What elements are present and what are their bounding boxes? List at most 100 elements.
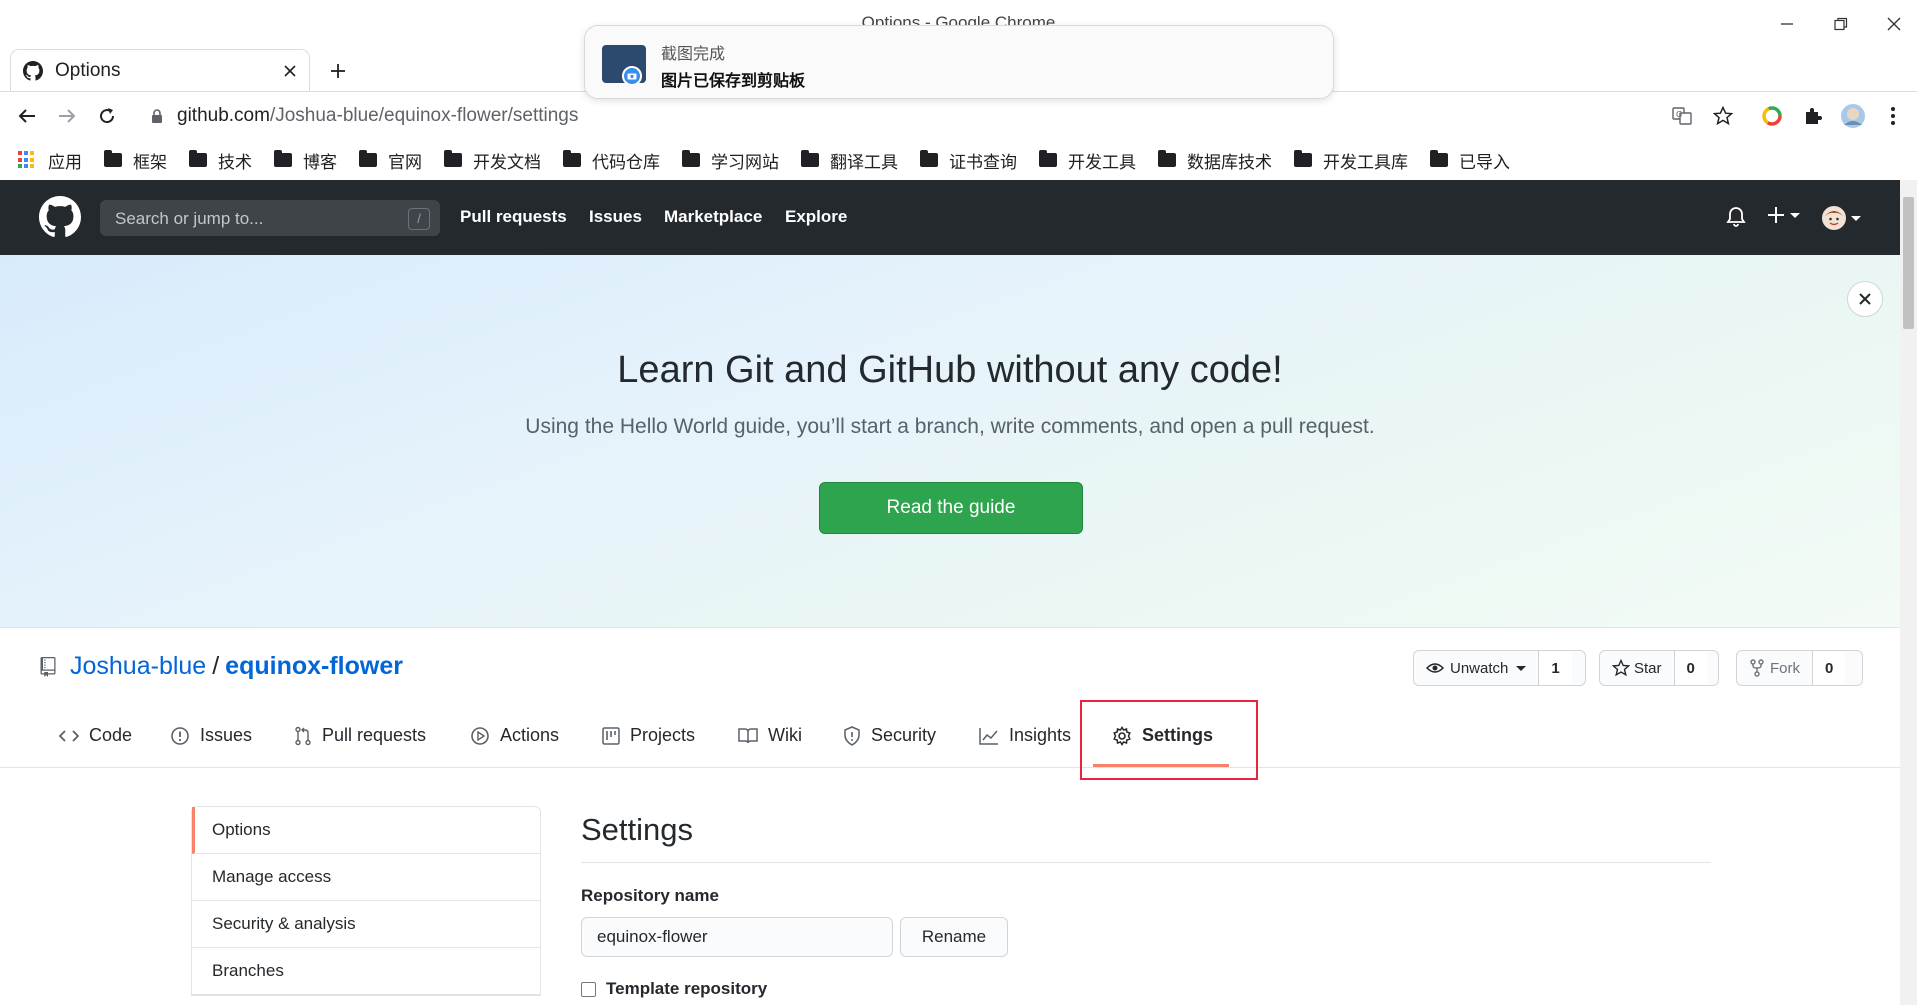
notifications-bell-icon[interactable] xyxy=(1726,206,1746,228)
chevron-down-icon xyxy=(1790,212,1800,218)
tab-label: Wiki xyxy=(768,725,802,745)
repo-icon xyxy=(40,656,56,677)
eye-icon xyxy=(1426,663,1444,673)
tab-label: Insights xyxy=(1009,725,1072,745)
reload-icon[interactable] xyxy=(94,103,120,129)
close-banner-icon[interactable] xyxy=(1847,281,1883,317)
minimize-icon[interactable] xyxy=(1775,12,1799,36)
star-count[interactable]: 0 xyxy=(1674,651,1707,685)
create-new-plus-icon[interactable] xyxy=(1767,206,1800,224)
lock-icon[interactable] xyxy=(144,103,170,129)
tab-insights[interactable]: Insights xyxy=(979,725,1071,746)
bookmark-folder[interactable]: 开发文档 xyxy=(444,148,541,173)
browser-tab[interactable]: Options xyxy=(10,49,310,91)
chevron-down-icon xyxy=(1516,665,1527,671)
tab-code[interactable]: Code xyxy=(59,725,132,746)
tab-wiki[interactable]: Wiki xyxy=(738,725,802,746)
bookmark-folder[interactable]: 数据库技术 xyxy=(1158,148,1272,173)
repo-name-link[interactable]: equinox-flower xyxy=(225,652,403,681)
code-icon xyxy=(59,729,79,742)
read-the-guide-button[interactable]: Read the guide xyxy=(819,482,1083,534)
bookmark-folder[interactable]: 开发工具 xyxy=(1039,148,1136,173)
play-icon xyxy=(471,726,489,745)
tab-pull-requests[interactable]: Pull requests xyxy=(294,725,426,746)
tab-issues[interactable]: Issues xyxy=(170,725,252,746)
menu-item-manage-access[interactable]: Manage access xyxy=(192,854,540,901)
tab-actions[interactable]: Actions xyxy=(470,725,559,746)
template-repository-row: Template repository xyxy=(581,979,767,999)
extensions-puzzle-icon[interactable] xyxy=(1800,103,1826,129)
nav-pull-requests[interactable]: Pull requests xyxy=(460,207,567,227)
book-icon xyxy=(738,727,758,743)
pull-request-icon xyxy=(295,726,311,745)
profile-avatar-icon[interactable] xyxy=(1840,103,1866,129)
folder-icon xyxy=(920,150,938,167)
github-search-input[interactable]: Search or jump to... / xyxy=(100,200,440,236)
bookmark-folder[interactable]: 代码仓库 xyxy=(563,148,660,173)
close-window-icon[interactable] xyxy=(1882,12,1906,36)
tab-label: Actions xyxy=(500,725,560,745)
chrome-menu-icon[interactable] xyxy=(1880,103,1906,129)
new-tab-plus-icon[interactable] xyxy=(325,58,351,84)
star-button[interactable]: Star 0 xyxy=(1599,650,1719,686)
screenshot-notification[interactable]: 截图完成 图片已保存到剪贴板 xyxy=(584,25,1334,99)
close-tab-icon[interactable] xyxy=(283,64,297,78)
nav-marketplace[interactable]: Marketplace xyxy=(664,207,762,227)
folder-icon xyxy=(801,150,819,167)
tab-projects[interactable]: Projects xyxy=(602,725,695,746)
bookmark-folder[interactable]: 开发工具库 xyxy=(1294,148,1408,173)
bookmark-folder[interactable]: 证书查询 xyxy=(920,148,1017,173)
scrollbar-thumb[interactable] xyxy=(1903,197,1914,329)
menu-item-branches[interactable]: Branches xyxy=(192,948,540,995)
bookmark-label: 学习网站 xyxy=(711,152,779,172)
bookmark-folder[interactable]: 技术 xyxy=(189,148,252,173)
tab-label: Code xyxy=(89,725,133,745)
user-avatar-menu[interactable] xyxy=(1822,206,1861,230)
forward-arrow-icon[interactable] xyxy=(54,103,80,129)
restore-icon[interactable] xyxy=(1829,12,1853,36)
bookmark-apps[interactable]: 应用 xyxy=(18,148,82,173)
menu-item-security-analysis[interactable]: Security & analysis xyxy=(192,901,540,948)
repo-owner-link[interactable]: Joshua-blue xyxy=(70,652,206,681)
folder-icon xyxy=(189,150,207,167)
back-arrow-icon[interactable] xyxy=(14,103,40,129)
bookmark-folder[interactable]: 博客 xyxy=(274,148,337,173)
template-repository-checkbox[interactable] xyxy=(581,981,596,997)
repo-separator: / xyxy=(212,652,220,680)
tab-security[interactable]: Security xyxy=(843,725,936,746)
camera-icon xyxy=(622,66,642,86)
translate-icon[interactable]: G xyxy=(1669,103,1695,129)
page-title: Settings xyxy=(581,812,694,847)
bookmark-folder[interactable]: 官网 xyxy=(359,148,422,173)
github-favicon-icon xyxy=(23,60,43,81)
folder-icon xyxy=(444,150,462,167)
search-placeholder: Search or jump to... xyxy=(115,209,264,228)
url-field[interactable]: github.com/Joshua-blue/equinox-flower/se… xyxy=(177,105,578,127)
bookmark-label: 开发工具 xyxy=(1068,152,1136,172)
bookmark-label: 翻译工具 xyxy=(830,152,898,172)
folder-icon xyxy=(563,150,581,167)
bookmark-label: 开发文档 xyxy=(473,152,541,172)
repository-name-input[interactable] xyxy=(581,917,893,957)
fork-button[interactable]: Fork 0 xyxy=(1736,650,1863,686)
bookmark-star-icon[interactable] xyxy=(1710,103,1736,129)
bookmark-folder[interactable]: 翻译工具 xyxy=(801,148,898,173)
tab-label: Projects xyxy=(630,725,696,745)
bookmark-label: 代码仓库 xyxy=(592,152,660,172)
extension-ring-icon[interactable] xyxy=(1759,103,1785,129)
rename-button[interactable]: Rename xyxy=(900,917,1008,957)
nav-issues[interactable]: Issues xyxy=(589,207,642,227)
menu-item-options[interactable]: Options xyxy=(192,807,540,854)
github-logo-icon[interactable] xyxy=(39,196,81,238)
bookmark-folder[interactable]: 学习网站 xyxy=(682,148,779,173)
watch-count[interactable]: 1 xyxy=(1539,651,1572,685)
github-header: Search or jump to... / Pull requests Iss… xyxy=(0,180,1900,255)
tab-label: Security xyxy=(871,725,937,745)
bookmark-folder[interactable]: 框架 xyxy=(104,148,167,173)
bookmark-label: 博客 xyxy=(303,152,337,172)
watch-button[interactable]: Unwatch 1 xyxy=(1413,650,1586,686)
bookmark-folder[interactable]: 已导入 xyxy=(1430,148,1510,173)
nav-explore[interactable]: Explore xyxy=(785,207,847,227)
folder-icon xyxy=(682,150,700,167)
fork-count[interactable]: 0 xyxy=(1813,651,1846,685)
